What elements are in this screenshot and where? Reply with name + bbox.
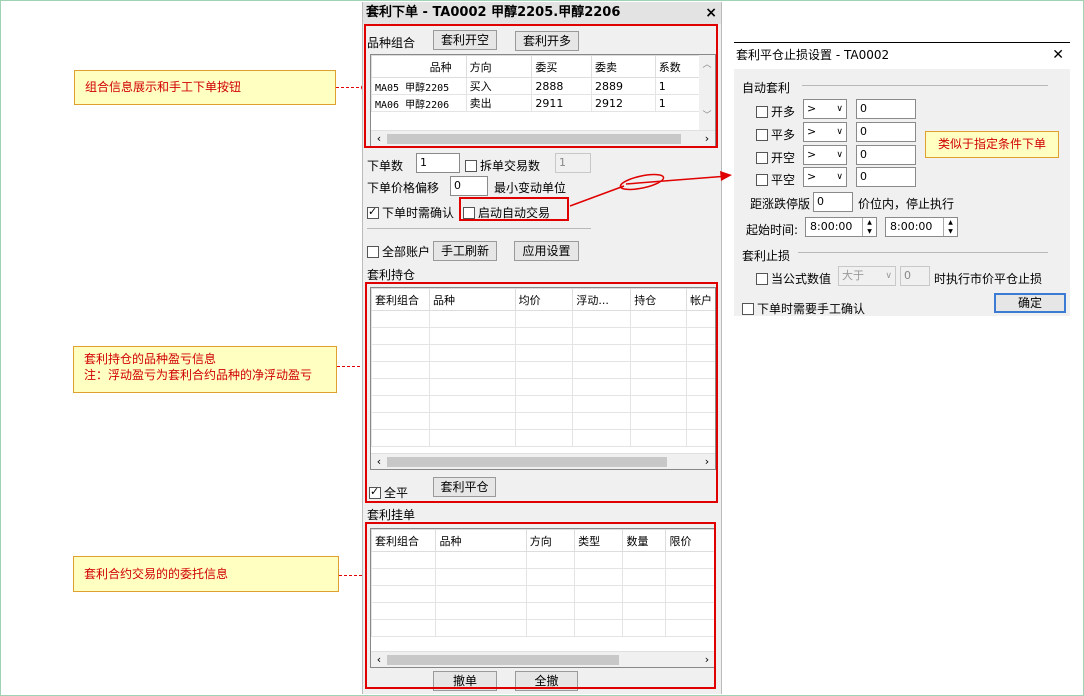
rule-value-input[interactable]: 0 xyxy=(856,99,916,119)
rule-operator-select[interactable]: > ∨ xyxy=(803,145,847,165)
rule-value-input[interactable]: 0 xyxy=(856,145,916,165)
rule-close-short-checkbox[interactable]: 平空 xyxy=(756,171,795,188)
dialog-title: 套利平仓止损设置 - TA0002 xyxy=(736,48,890,62)
highlight-positions xyxy=(365,282,718,503)
rule-open-short-checkbox[interactable]: 开空 xyxy=(756,149,795,166)
chevron-down-icon: ∨ xyxy=(836,150,843,160)
split-label: 拆单交易数 xyxy=(480,159,541,173)
highlight-auto-trade xyxy=(459,197,569,221)
rule-value-input[interactable]: 0 xyxy=(856,167,916,187)
formula-checkbox[interactable]: 当公式数值 xyxy=(756,270,831,287)
checkbox-icon[interactable] xyxy=(742,303,754,315)
ok-button[interactable]: 确定 xyxy=(994,293,1066,313)
annotation-positions: 套利持仓的品种盈亏信息 注：浮动盈亏为套利合约品种的净浮动盈亏 xyxy=(73,346,337,393)
annotation-connector xyxy=(337,366,365,367)
highlight-combo xyxy=(364,24,718,148)
qty-input[interactable]: 1 xyxy=(416,153,460,173)
checkbox-icon[interactable] xyxy=(756,273,768,285)
checkbox-icon[interactable] xyxy=(367,205,379,219)
limit-value-input[interactable]: 0 xyxy=(813,192,853,212)
rule-label: 开多 xyxy=(771,105,796,119)
panel-title: 套利下单 - TA0002 甲醇2205.甲醇2206 xyxy=(366,5,621,20)
rule-operator-select[interactable]: > ∨ xyxy=(803,99,847,119)
positions-label: 套利持仓 xyxy=(367,268,416,282)
connector-arrow xyxy=(569,171,732,207)
spinner-arrows-icon[interactable]: ▲ ▼ xyxy=(862,218,876,236)
all-accounts-checkbox[interactable]: 全部账户 xyxy=(367,243,430,260)
rule-label: 开空 xyxy=(771,151,796,165)
annotation-positions-line2: 注：浮动盈亏为套利合约品种的净浮动盈亏 xyxy=(84,368,313,382)
annotation-connector xyxy=(336,87,364,88)
close-icon[interactable]: × xyxy=(705,2,717,24)
limit-prefix-label: 距涨跌停版 xyxy=(750,197,811,211)
apply-settings-button[interactable]: 应用设置 xyxy=(514,241,579,261)
rule-label: 平空 xyxy=(771,173,796,187)
manual-confirm-label: 下单时需要手工确认 xyxy=(757,302,866,316)
close-icon[interactable]: ✕ xyxy=(1052,43,1064,67)
panel-titlebar: 套利下单 - TA0002 甲醇2205.甲醇2206 × xyxy=(363,2,721,24)
dialog-titlebar: 套利平仓止损设置 - TA0002 ✕ xyxy=(734,43,1070,69)
confirm-label: 下单时需确认 xyxy=(382,206,455,220)
checkbox-icon[interactable] xyxy=(756,152,768,164)
time-label: 起始时间: xyxy=(746,223,799,237)
auto-section-label: 自动套利 xyxy=(742,81,791,95)
tick-label: 最小变动单位 xyxy=(494,181,567,195)
time-start-spinner[interactable]: 8:00:00 ▲ ▼ xyxy=(805,217,877,237)
rule-close-long-checkbox[interactable]: 平多 xyxy=(756,126,795,143)
chevron-down-icon: ∨ xyxy=(836,104,843,114)
checkbox-icon[interactable] xyxy=(756,174,768,186)
manual-confirm-checkbox[interactable]: 下单时需要手工确认 xyxy=(742,300,865,317)
refresh-button[interactable]: 手工刷新 xyxy=(433,241,497,261)
rule-open-long-checkbox[interactable]: 开多 xyxy=(756,103,795,120)
annotation-dialog: 类似于指定条件下单 xyxy=(925,131,1059,158)
split-checkbox[interactable]: 拆单交易数 xyxy=(465,157,540,174)
pending-label: 套利挂单 xyxy=(367,508,416,522)
formula-suffix-label: 时执行市价平仓止损 xyxy=(934,272,1043,286)
stop-section-label: 套利止损 xyxy=(742,249,791,263)
checkbox-icon[interactable] xyxy=(465,160,477,172)
rule-label: 平多 xyxy=(771,128,796,142)
annotation-pending: 套利合约交易的的委托信息 xyxy=(73,556,339,592)
chevron-down-icon: ∨ xyxy=(836,172,843,182)
divider xyxy=(798,252,1048,253)
all-accounts-label: 全部账户 xyxy=(382,245,431,259)
checkbox-icon[interactable] xyxy=(756,129,768,141)
formula-operator-select[interactable]: 大于 ∨ xyxy=(838,266,896,286)
stop-loss-dialog: 套利平仓止损设置 - TA0002 ✕ 自动套利 开多 > ∨ 0 平多 > ∨ 0… xyxy=(734,42,1070,316)
rule-operator-select[interactable]: > ∨ xyxy=(803,167,847,187)
offset-label: 下单价格偏移 xyxy=(367,181,440,195)
time-end-spinner[interactable]: 8:00:00 ▲ ▼ xyxy=(885,217,958,237)
highlight-pending xyxy=(365,522,716,689)
spinner-arrows-icon[interactable]: ▲ ▼ xyxy=(943,218,957,236)
divider xyxy=(802,85,1048,86)
qty-label: 下单数 xyxy=(367,159,404,173)
chevron-down-icon: ∨ xyxy=(885,271,892,281)
divider xyxy=(367,228,591,229)
rule-operator-select[interactable]: > ∨ xyxy=(803,122,847,142)
annotation-combo: 组合信息展示和手工下单按钮 xyxy=(74,70,336,105)
limit-suffix-label: 价位内，停止执行 xyxy=(858,197,955,211)
offset-input[interactable]: 0 xyxy=(450,176,488,196)
confirm-checkbox[interactable]: 下单时需确认 xyxy=(367,204,454,221)
rule-value-input[interactable]: 0 xyxy=(856,122,916,142)
checkbox-icon[interactable] xyxy=(367,246,379,258)
checkbox-icon[interactable] xyxy=(756,106,768,118)
formula-value-input[interactable]: 0 xyxy=(900,266,930,286)
formula-label: 当公式数值 xyxy=(771,272,832,286)
chevron-down-icon: ∨ xyxy=(836,127,843,137)
annotation-positions-line1: 套利持仓的品种盈亏信息 xyxy=(84,352,217,366)
